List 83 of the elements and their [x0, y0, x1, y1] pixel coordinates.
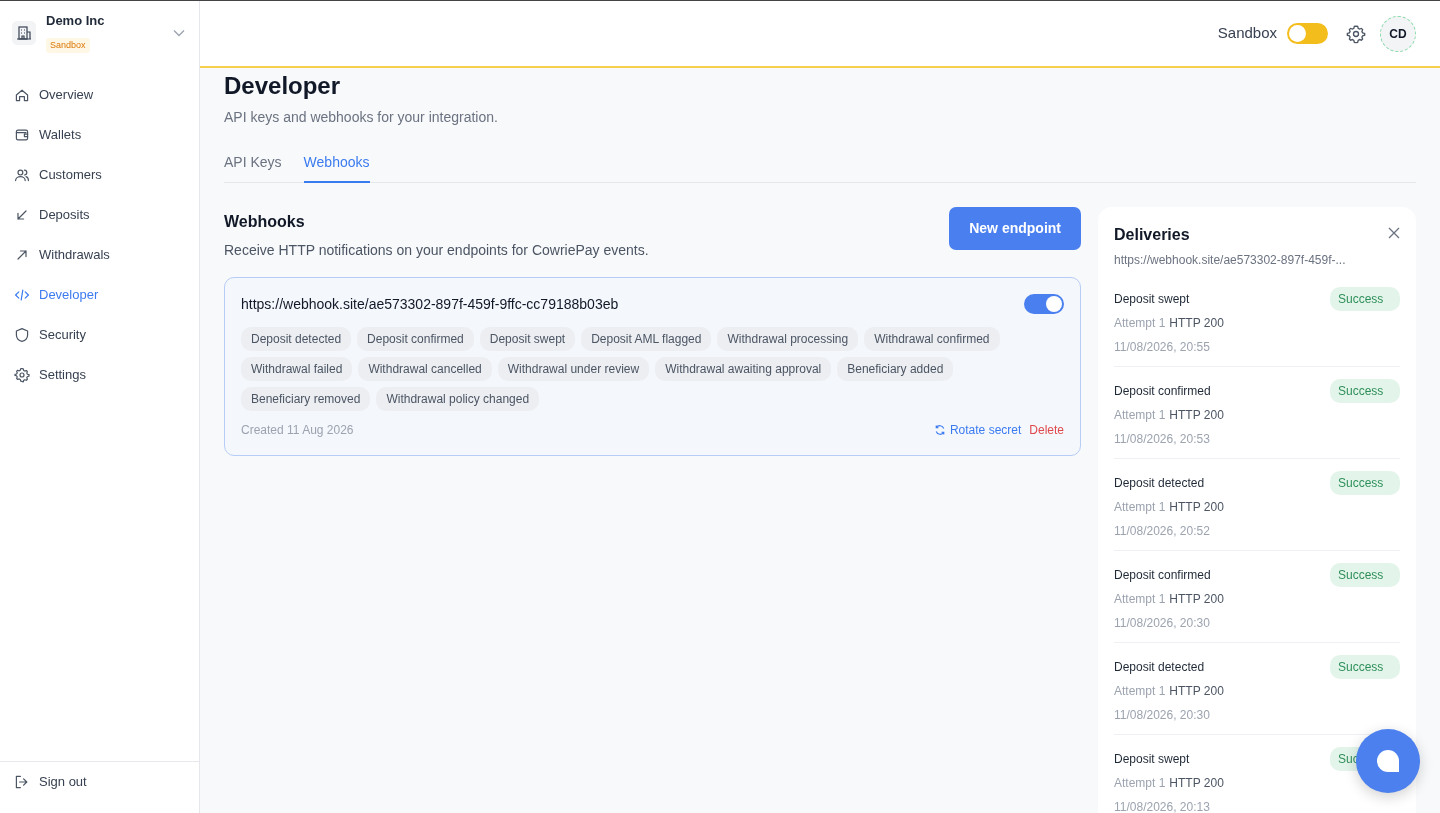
- building-icon: [12, 21, 36, 45]
- mode-toggle[interactable]: [1287, 23, 1328, 44]
- org-name: Demo Inc: [46, 12, 106, 31]
- endpoint-toggle[interactable]: [1024, 294, 1064, 315]
- panel-title: Deliveries: [1114, 224, 1190, 245]
- rotate-secret-link[interactable]: Rotate secret: [933, 420, 1022, 439]
- chevron-down-icon[interactable]: [173, 29, 185, 37]
- event-tag: Withdrawal processing: [717, 326, 859, 351]
- sign-out-link[interactable]: Sign out: [0, 762, 199, 802]
- event-tag: Withdrawal failed: [241, 356, 353, 381]
- nav-item[interactable]: Overview: [0, 75, 199, 115]
- event-tag: Deposit detected: [241, 326, 352, 351]
- event-tag: Deposit swept: [479, 326, 576, 351]
- event-tag: Withdrawal policy changed: [376, 386, 540, 411]
- event-name: Deposit detected: [1114, 474, 1205, 492]
- tab[interactable]: API Keys: [224, 147, 282, 183]
- event-name: Deposit confirmed: [1114, 566, 1211, 584]
- nav-item[interactable]: Deposits: [0, 195, 199, 235]
- event-tag: Deposit AML flagged: [581, 326, 712, 351]
- status-badge: Success: [1330, 470, 1400, 495]
- tab[interactable]: Webhooks: [303, 147, 370, 183]
- chat-bubble-icon: [1376, 749, 1400, 773]
- settings-icon: [14, 367, 30, 383]
- http-status: HTTP 200: [1169, 499, 1224, 514]
- status-badge: Success: [1330, 654, 1400, 679]
- event-tag: Withdrawal confirmed: [864, 326, 1000, 351]
- http-status: HTTP 200: [1169, 775, 1224, 790]
- attempt-number: Attempt 1: [1114, 775, 1166, 790]
- attempt-number: Attempt 1: [1114, 499, 1166, 514]
- event-name: Deposit detected: [1114, 658, 1205, 676]
- attempt-number: Attempt 1: [1114, 315, 1166, 330]
- http-status: HTTP 200: [1169, 315, 1224, 330]
- wallet-icon: [14, 127, 30, 143]
- created-date: Created 11 Aug 2026: [241, 421, 354, 439]
- delivery-time: 11/08/2026, 20:55: [1114, 338, 1210, 356]
- environment-badge: Sandbox: [46, 37, 90, 54]
- home-icon: [14, 87, 30, 103]
- code-icon: [14, 287, 30, 303]
- event-name: Deposit confirmed: [1114, 382, 1211, 400]
- page-subtitle: API keys and webhooks for your integration.: [224, 107, 499, 127]
- users-icon: [14, 167, 30, 183]
- sign-out-icon: [14, 774, 30, 790]
- status-badge: Success: [1330, 286, 1400, 311]
- nav-item[interactable]: Settings: [0, 355, 199, 395]
- settings-icon[interactable]: [1346, 23, 1366, 44]
- event-name: Deposit swept: [1114, 750, 1190, 768]
- http-status: HTTP 200: [1169, 683, 1224, 698]
- endpoint-url: https://webhook.site/ae573302-897f-459f-9ffc-cc79188b03eb: [241, 294, 619, 314]
- delivery-time: 11/08/2026, 20:53: [1114, 430, 1210, 448]
- event-tag: Withdrawal cancelled: [358, 356, 492, 381]
- event-tag: Withdrawal under review: [497, 356, 650, 381]
- refresh-icon: [933, 423, 946, 436]
- event-tag: Beneficiary added: [837, 356, 954, 381]
- mode-label: Sandbox: [1217, 23, 1277, 44]
- event-name: Deposit swept: [1114, 290, 1190, 308]
- nav-item[interactable]: Developer: [0, 275, 199, 315]
- attempt-number: Attempt 1: [1114, 407, 1166, 422]
- page-title: Developer: [224, 72, 342, 101]
- nav-item[interactable]: Wallets: [0, 115, 199, 155]
- status-badge: Success: [1330, 378, 1400, 403]
- shield-icon: [14, 327, 30, 343]
- delivery-time: 11/08/2026, 20:52: [1114, 522, 1210, 540]
- http-status: HTTP 200: [1169, 407, 1224, 422]
- new-endpoint-button[interactable]: New endpoint: [949, 206, 1081, 250]
- http-status: HTTP 200: [1169, 591, 1224, 606]
- close-icon[interactable]: [1388, 226, 1400, 239]
- event-tag: Withdrawal awaiting approval: [655, 356, 832, 381]
- delivery-time: 11/08/2026, 20:13: [1114, 798, 1210, 813]
- status-badge: Success: [1330, 562, 1400, 587]
- nav-item[interactable]: Withdrawals: [0, 235, 199, 275]
- event-tag: Deposit confirmed: [357, 326, 474, 351]
- endpoint-url: https://webhook.site/ae573302-897f-459f-...: [1114, 251, 1347, 269]
- nav-item[interactable]: Customers: [0, 155, 199, 195]
- delivery-time: 11/08/2026, 20:30: [1114, 614, 1210, 632]
- nav-item[interactable]: Security: [0, 315, 199, 355]
- event-tag: Beneficiary removed: [241, 386, 371, 411]
- delete-link[interactable]: Delete: [1029, 420, 1064, 439]
- user-avatar[interactable]: CD: [1380, 15, 1416, 52]
- attempt-number: Attempt 1: [1114, 591, 1166, 606]
- section-title: Webhooks: [224, 211, 306, 232]
- delivery-time: 11/08/2026, 20:30: [1114, 706, 1210, 724]
- attempt-number: Attempt 1: [1114, 683, 1166, 698]
- section-description: Receive HTTP notifications on your endpoints for CowriePay events.: [224, 240, 649, 260]
